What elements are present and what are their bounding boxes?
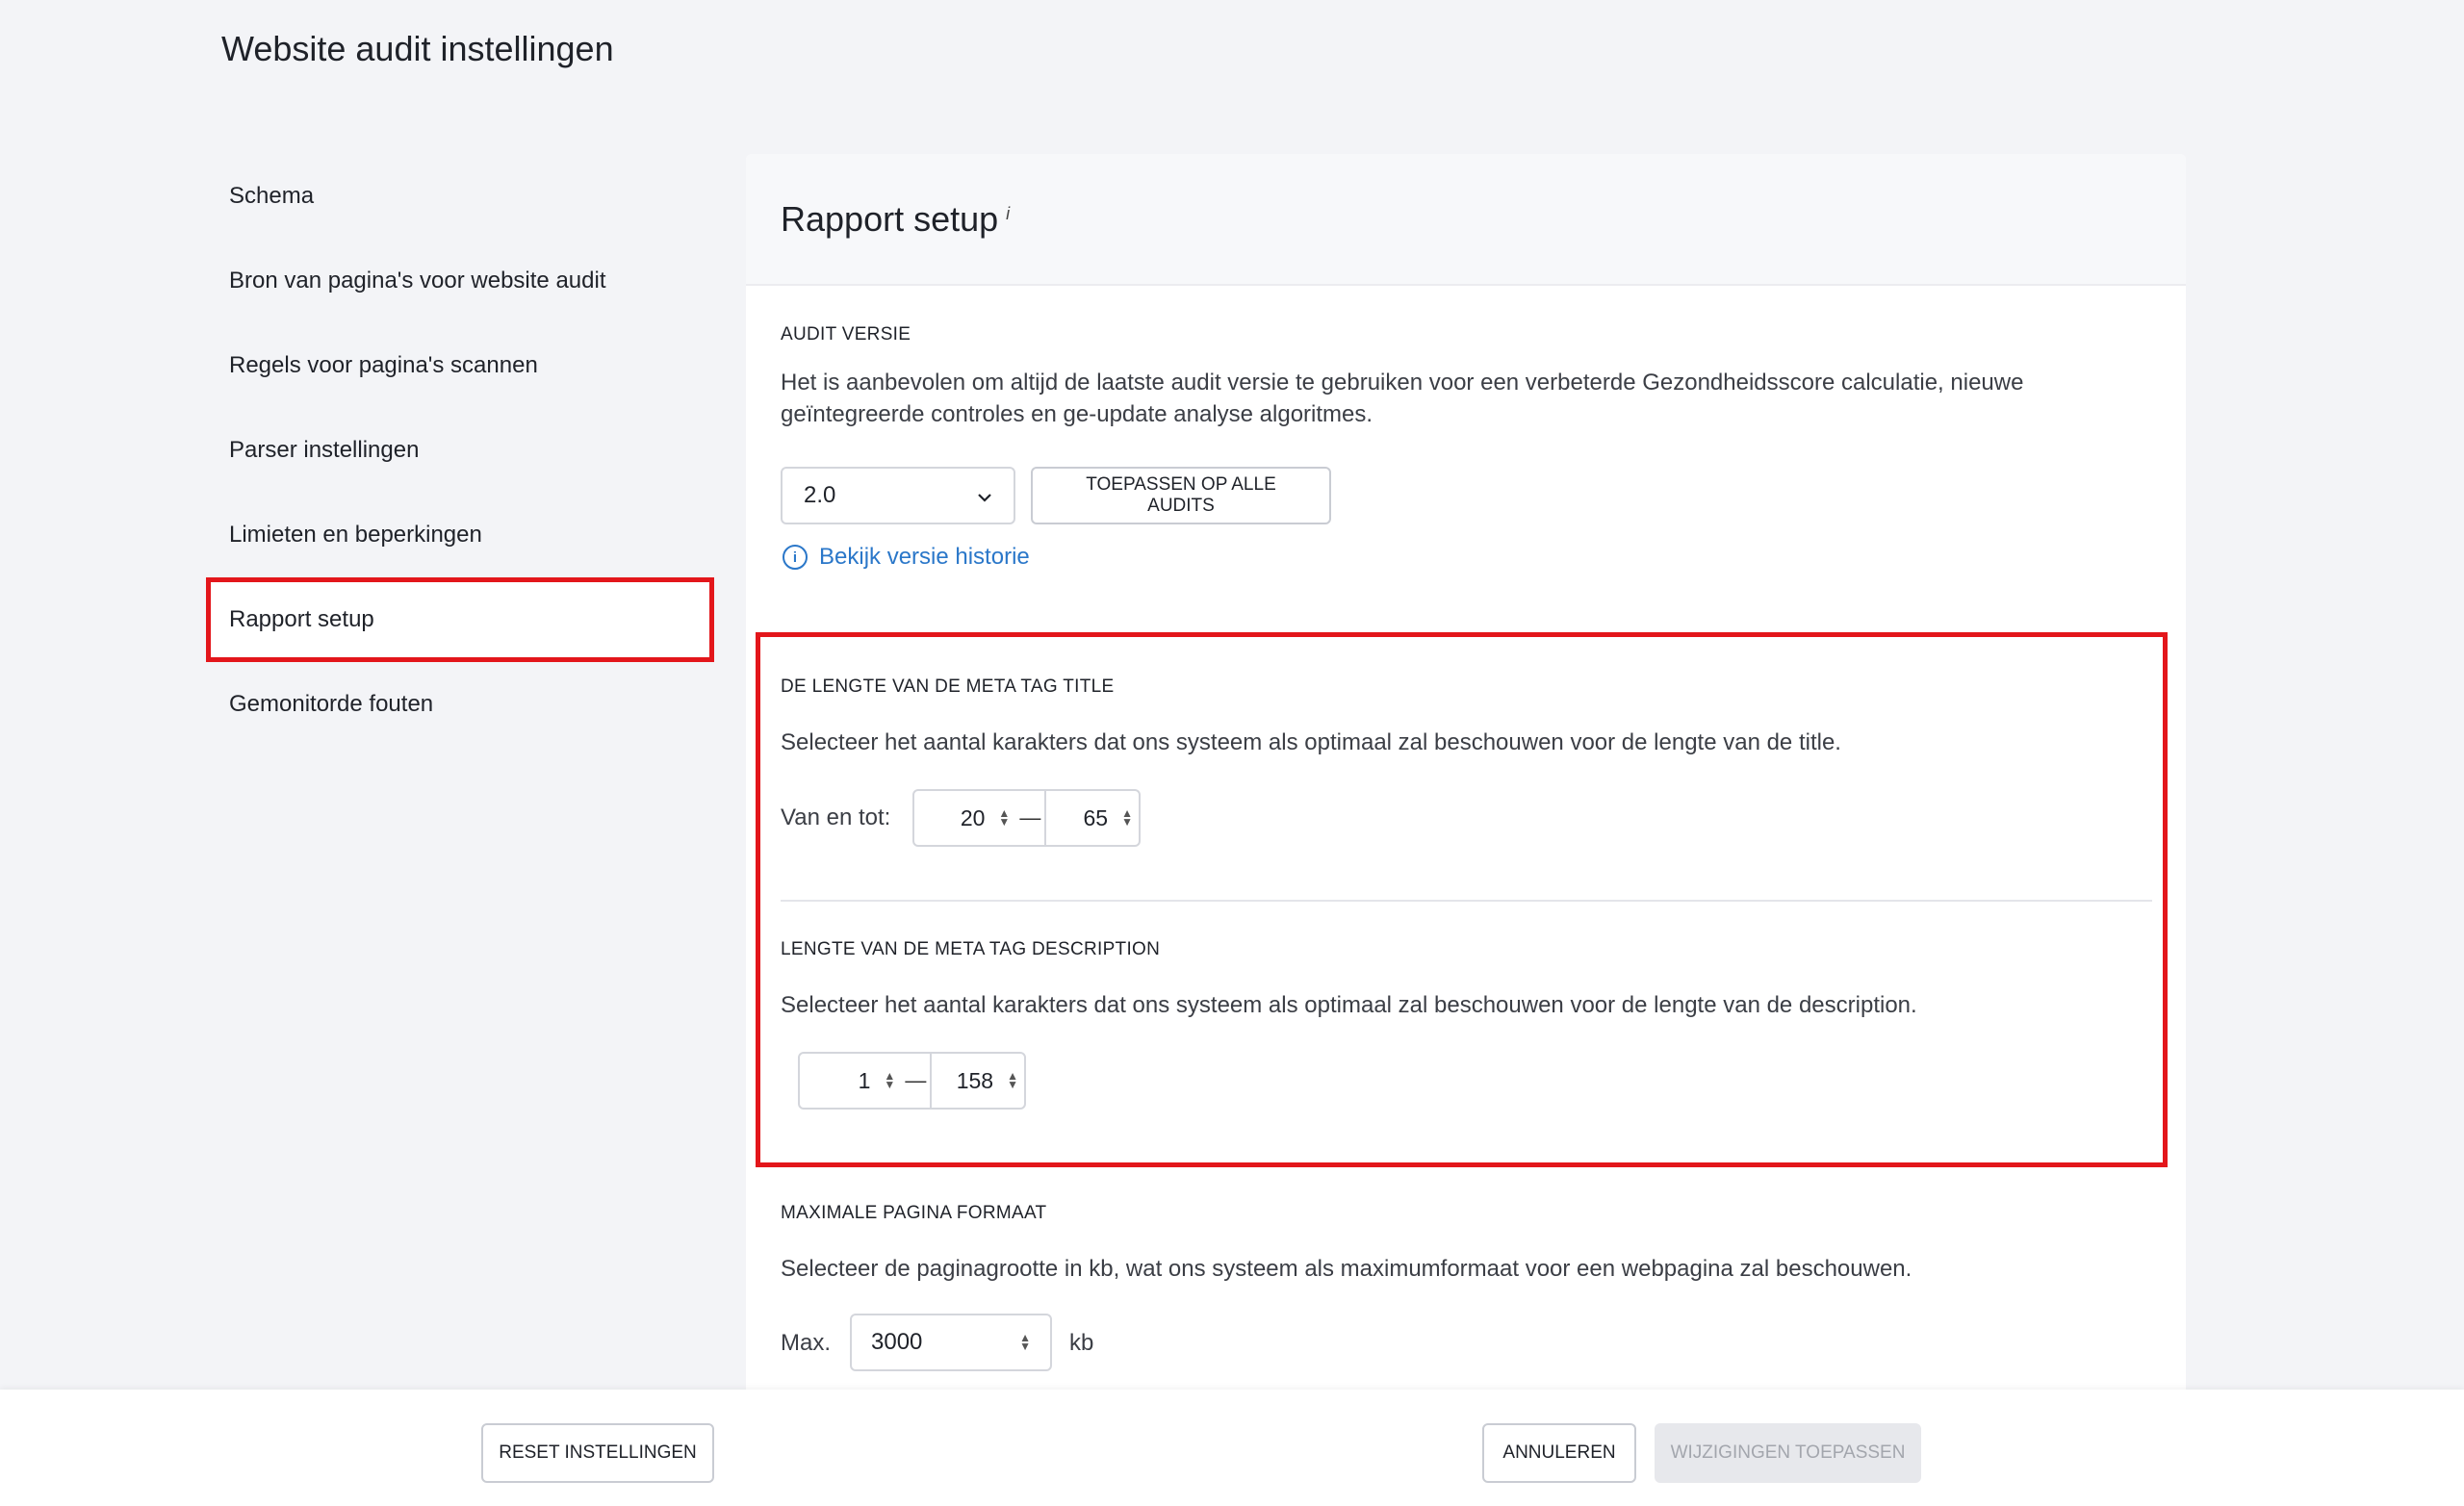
stepper-arrows-icon: ▲ ▼ bbox=[998, 806, 1011, 829]
page-title: Website audit instellingen bbox=[221, 29, 614, 68]
apply-changes-button[interactable]: WIJZIGINGEN TOEPASSEN bbox=[1655, 1423, 1921, 1483]
title-to-stepper[interactable]: 65 ▲ ▼ bbox=[1046, 791, 1139, 845]
sidebar-item-limits[interactable]: Limieten en beperkingen bbox=[206, 493, 714, 577]
description-length-range: 1 ▲ ▼ — 158 ▲ ▼ bbox=[798, 1052, 1026, 1110]
max-prefix: Max. bbox=[781, 1330, 832, 1356]
sidebar-item-scan-rules[interactable]: Regels voor pagina's scannen bbox=[206, 323, 714, 408]
title-range-label: Van en tot: bbox=[781, 804, 891, 830]
info-icon[interactable]: i bbox=[1006, 204, 1010, 223]
sidebar-item-page-source[interactable]: Bron van pagina's voor website audit bbox=[206, 239, 714, 323]
description-length-section: LENGTE VAN DE META TAG DESCRIPTION Selec… bbox=[781, 939, 2128, 1021]
audit-version-description: Het is aanbevolen om altijd de laatste a… bbox=[781, 370, 2024, 427]
max-page-size-value: 3000 bbox=[871, 1329, 923, 1355]
footer-bar: RESET INSTELLINGEN ANNULEREN WIJZIGINGEN… bbox=[0, 1390, 2464, 1506]
description-from-stepper[interactable]: 1 ▲ ▼ bbox=[800, 1054, 901, 1108]
section-divider bbox=[781, 900, 2152, 902]
reset-settings-button[interactable]: RESET INSTELLINGEN bbox=[481, 1423, 714, 1483]
title-from-value: 20 bbox=[960, 804, 986, 830]
sidebar-item-schema[interactable]: Schema bbox=[206, 154, 714, 239]
sidebar-item-report-setup[interactable]: Rapport setup bbox=[206, 577, 714, 662]
title-from-stepper[interactable]: 20 ▲ ▼ bbox=[914, 791, 1015, 845]
max-page-size-section: MAXIMALE PAGINA FORMAAT Selecteer de pag… bbox=[781, 1203, 2128, 1285]
stepper-arrows-icon: ▲ ▼ bbox=[1019, 1331, 1031, 1353]
max-unit: kb bbox=[1069, 1330, 1094, 1356]
max-page-size-input[interactable]: 3000 ▲ ▼ bbox=[850, 1314, 1052, 1371]
description-length-description: Selecteer het aantal karakters dat ons s… bbox=[781, 992, 1917, 1018]
version-history-text: Bekijk versie historie bbox=[819, 544, 1030, 570]
panel-header: Rapport setup i bbox=[746, 154, 2186, 286]
audit-version-value: 2.0 bbox=[804, 482, 836, 508]
title-length-description: Selecteer het aantal karakters dat ons s… bbox=[781, 729, 1841, 755]
settings-panel: Rapport setup i AUDIT VERSIE Het is aanbe… bbox=[746, 154, 2186, 1395]
audit-version-label: AUDIT VERSIE bbox=[781, 324, 911, 345]
range-dash: — bbox=[1019, 805, 1041, 830]
description-to-stepper[interactable]: 158 ▲ ▼ bbox=[932, 1054, 1024, 1108]
title-length-range: 20 ▲ ▼ — 65 ▲ ▼ bbox=[912, 789, 1141, 847]
title-length-label: DE LENGTE VAN DE META TAG TITLE bbox=[781, 676, 1115, 697]
description-to-value: 158 bbox=[956, 1067, 994, 1093]
sidebar-item-monitored-errors[interactable]: Gemonitorde fouten bbox=[206, 662, 714, 747]
description-length-label: LENGTE VAN DE META TAG DESCRIPTION bbox=[781, 939, 1161, 959]
stepper-arrows-icon: ▲ ▼ bbox=[884, 1069, 896, 1091]
stepper-arrows-icon: ▲ ▼ bbox=[1007, 1069, 1018, 1091]
chevron-down-icon bbox=[977, 482, 992, 509]
panel-title-text: Rapport setup bbox=[781, 198, 999, 239]
version-history-link[interactable]: i Bekijk versie historie bbox=[783, 544, 1030, 571]
title-length-section: DE LENGTE VAN DE META TAG TITLE Selectee… bbox=[781, 676, 2128, 758]
info-circle-icon: i bbox=[783, 545, 808, 570]
apply-all-audits-button[interactable]: TOEPASSEN OP ALLE AUDITS bbox=[1031, 467, 1331, 524]
sidebar: Schema Bron van pagina's voor website au… bbox=[206, 154, 714, 747]
stepper-arrows-icon: ▲ ▼ bbox=[1121, 806, 1133, 829]
range-dash: — bbox=[905, 1068, 927, 1092]
audit-version-select[interactable]: 2.0 bbox=[781, 467, 1015, 524]
description-from-value: 1 bbox=[858, 1067, 871, 1093]
title-to-value: 65 bbox=[1083, 804, 1109, 830]
max-page-size-description: Selecteer de paginagrootte in kb, wat on… bbox=[781, 1256, 1912, 1282]
cancel-button[interactable]: ANNULEREN bbox=[1482, 1423, 1636, 1483]
max-page-size-label: MAXIMALE PAGINA FORMAAT bbox=[781, 1203, 1047, 1223]
panel-title: Rapport setup i bbox=[781, 199, 1010, 240]
sidebar-item-parser-settings[interactable]: Parser instellingen bbox=[206, 408, 714, 493]
audit-version-section: AUDIT VERSIE Het is aanbevolen om altijd… bbox=[781, 324, 2128, 430]
